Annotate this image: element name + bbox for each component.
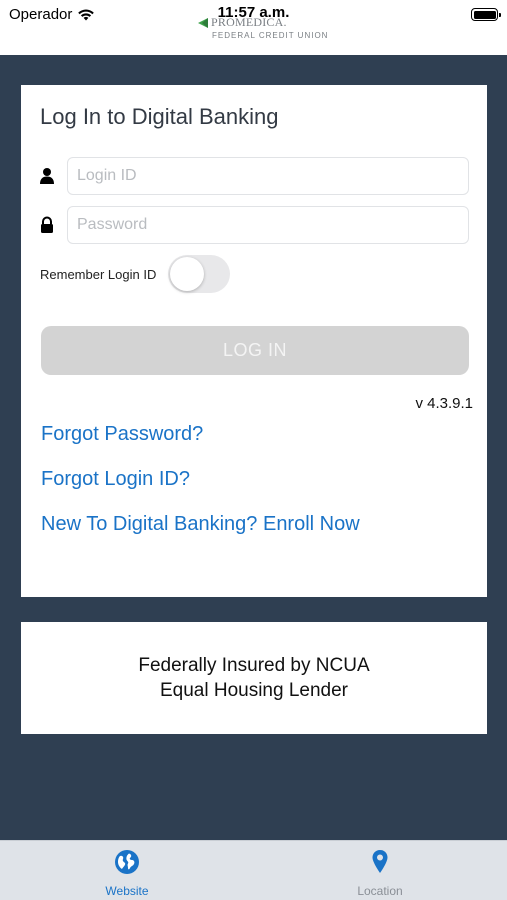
password-row (39, 206, 469, 244)
login-button[interactable]: LOG IN (41, 326, 469, 375)
tab-location[interactable]: Location (330, 849, 430, 898)
user-icon (39, 166, 67, 186)
forgot-password-link[interactable]: Forgot Password? (41, 423, 203, 446)
login-id-row (39, 157, 469, 195)
remember-login-toggle[interactable] (168, 255, 231, 293)
app-version: v 4.3.9.1 (415, 395, 473, 412)
tab-bar: Website Location (0, 840, 507, 900)
login-id-input[interactable] (67, 157, 469, 195)
header: Operador 11:57 a.m. PROMEDICA. FEDERAL C… (0, 0, 507, 55)
globe-icon (115, 850, 139, 874)
toggle-knob (170, 257, 205, 291)
brand-name: PROMEDICA. (211, 15, 287, 29)
tab-website[interactable]: Website (77, 849, 177, 898)
brand-leaf-icon (198, 18, 208, 28)
insurance-notice: Federally Insured by NCUA Equal Housing … (21, 622, 487, 734)
tab-location-label: Location (357, 884, 403, 898)
housing-notice: Equal Housing Lender (159, 680, 349, 701)
login-card: Log In to Digital Banking Remember Login… (21, 85, 487, 597)
ncua-notice: Federally Insured by NCUA (138, 655, 370, 676)
brand-logo: PROMEDICA. FEDERAL CREDIT UNION (197, 15, 327, 43)
enroll-link[interactable]: New To Digital Banking? Enroll Now (41, 513, 360, 536)
battery-icon (471, 8, 501, 21)
remember-login-row: Remember Login ID (40, 255, 231, 293)
remember-login-label: Remember Login ID (40, 266, 157, 282)
lock-icon (39, 215, 67, 235)
brand-subtitle: FEDERAL CREDIT UNION (212, 31, 329, 40)
map-pin-icon (372, 850, 388, 873)
page-title: Log In to Digital Banking (40, 104, 279, 129)
forgot-login-id-link[interactable]: Forgot Login ID? (41, 468, 190, 491)
password-input[interactable] (67, 206, 469, 244)
tab-website-label: Website (105, 884, 149, 898)
